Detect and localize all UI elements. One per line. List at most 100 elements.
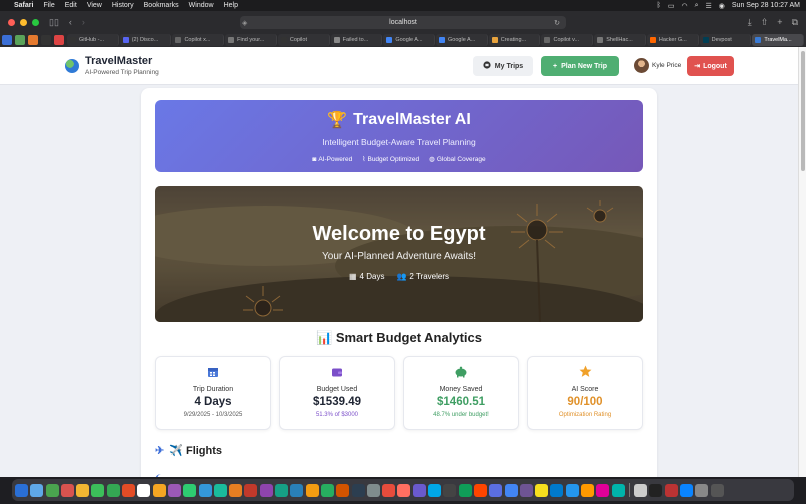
dock-app-icon[interactable] <box>382 483 396 497</box>
menu-file[interactable]: File <box>43 2 54 9</box>
dock-app-icon[interactable] <box>30 483 44 497</box>
browser-tab[interactable]: Copilot <box>277 34 330 46</box>
dock-app-icon[interactable] <box>397 483 411 497</box>
bluetooth-icon[interactable]: ᛒ <box>657 2 661 9</box>
plan-new-trip-button[interactable]: + Plan New Trip <box>541 56 619 76</box>
brand-title[interactable]: TravelMaster <box>85 55 152 67</box>
menu-help[interactable]: Help <box>224 2 238 9</box>
search-icon[interactable]: ⌕ <box>695 2 699 10</box>
globe-logo-icon[interactable] <box>65 59 79 73</box>
battery-icon[interactable]: ▭ <box>668 2 675 10</box>
menu-bookmarks[interactable]: Bookmarks <box>144 2 179 9</box>
dock-app-icon[interactable] <box>122 483 136 497</box>
dock-app-icon[interactable] <box>229 483 243 497</box>
pinned-tab[interactable] <box>41 35 51 45</box>
my-trips-button[interactable]: My Trips <box>473 56 533 76</box>
dock-app-icon[interactable] <box>580 483 594 497</box>
dock-app-icon[interactable] <box>305 483 319 497</box>
dock-app-icon[interactable] <box>366 483 380 497</box>
close-window-button[interactable] <box>8 18 15 26</box>
dock-app-icon[interactable] <box>76 483 90 497</box>
dock-app-icon[interactable] <box>473 483 487 497</box>
dock-app-icon[interactable] <box>351 483 365 497</box>
dock-app-icon[interactable] <box>519 483 533 497</box>
browser-tab[interactable]: Hacker G... <box>646 34 699 46</box>
browser-tab[interactable]: Find your... <box>225 34 277 46</box>
control-center-icon[interactable]: ☰ <box>706 2 712 10</box>
dock-app-icon[interactable] <box>183 483 197 497</box>
wifi-icon[interactable]: ◠ <box>681 2 687 10</box>
dock-app-icon[interactable] <box>504 483 518 497</box>
logout-button[interactable]: ⇥ Logout <box>687 56 734 76</box>
dock-app-icon[interactable] <box>443 483 457 497</box>
dock-app-icon[interactable] <box>91 483 105 497</box>
dock-app-icon[interactable] <box>710 483 724 497</box>
pinned-tab[interactable] <box>15 35 25 45</box>
new-tab-icon[interactable]: + <box>777 17 782 28</box>
dock-app-icon[interactable] <box>634 483 648 497</box>
zoom-window-button[interactable] <box>32 18 39 26</box>
dock-app-icon[interactable] <box>695 483 709 497</box>
share-icon[interactable]: ⇧ <box>761 17 769 28</box>
browser-tab[interactable]: Google A... <box>436 34 488 46</box>
dock-app-icon[interactable] <box>290 483 304 497</box>
siri-icon[interactable]: ◉ <box>719 2 725 10</box>
dock-app-icon[interactable] <box>106 483 120 497</box>
dock-app-icon[interactable] <box>565 483 579 497</box>
sidebar-toggle-icon[interactable]: ▯▯ <box>49 17 59 28</box>
dock-app-icon[interactable] <box>649 483 663 497</box>
menubar-clock[interactable]: Sun Sep 28 10:27 AM <box>732 2 800 9</box>
browser-tab[interactable]: Copilot v... <box>541 34 594 46</box>
dock-app-icon[interactable] <box>550 483 564 497</box>
dock-app-icon[interactable] <box>336 483 350 497</box>
browser-tab[interactable]: (2) Disco... <box>119 34 172 46</box>
tab-overview-icon[interactable]: ⧉ <box>792 17 798 28</box>
dock-app-icon[interactable] <box>15 483 28 497</box>
minimize-window-button[interactable] <box>20 18 27 26</box>
back-arrow-icon[interactable]: ‹ <box>69 17 72 27</box>
avatar[interactable] <box>634 58 649 73</box>
dock-app-icon[interactable] <box>412 483 426 497</box>
dock-app-icon[interactable] <box>428 483 442 497</box>
dock-app-icon[interactable] <box>611 483 625 497</box>
dock-app-icon[interactable] <box>320 483 334 497</box>
dock-app-icon[interactable] <box>244 483 258 497</box>
menu-app-name[interactable]: Safari <box>14 2 33 9</box>
dock-app-icon[interactable] <box>259 483 273 497</box>
browser-tab[interactable]: Failed to... <box>330 34 383 46</box>
page-scrollbar[interactable] <box>798 47 806 477</box>
reload-icon[interactable]: ↻ <box>554 19 560 27</box>
browser-tab[interactable]: TravelMa... <box>752 34 805 46</box>
browser-tab[interactable]: ShellHac... <box>594 34 646 46</box>
pinned-tab[interactable] <box>2 35 12 45</box>
menu-edit[interactable]: Edit <box>65 2 77 9</box>
dock-app-icon[interactable] <box>167 483 181 497</box>
dock-app-icon[interactable] <box>45 483 59 497</box>
dock-app-icon[interactable] <box>596 483 610 497</box>
dock-app-icon[interactable] <box>213 483 227 497</box>
dock-app-icon[interactable] <box>275 483 289 497</box>
browser-tab[interactable]: Google A... <box>383 34 436 46</box>
dock-app-icon[interactable] <box>137 483 151 497</box>
dock-app-icon[interactable] <box>489 483 503 497</box>
dock-app-icon[interactable] <box>198 483 212 497</box>
privacy-shield-icon[interactable]: ◈ <box>242 19 247 27</box>
menu-view[interactable]: View <box>87 2 102 9</box>
dock-app-icon[interactable] <box>680 483 694 497</box>
dock-app-icon[interactable] <box>152 483 166 497</box>
menu-history[interactable]: History <box>112 2 134 9</box>
download-icon[interactable]: ⤓ <box>748 17 752 28</box>
menu-window[interactable]: Window <box>189 2 214 9</box>
dock-app-icon[interactable] <box>535 483 549 497</box>
browser-tab[interactable]: Devpost <box>699 34 752 46</box>
address-bar[interactable]: ◈ localhost ↻ <box>240 16 566 29</box>
scrollbar-thumb[interactable] <box>801 51 805 171</box>
pinned-tab[interactable] <box>28 35 38 45</box>
browser-tab[interactable]: Copilot x... <box>172 34 225 46</box>
dock-app-icon[interactable] <box>458 483 472 497</box>
dock-app-icon[interactable] <box>664 483 678 497</box>
browser-tab[interactable]: GitHub -... <box>67 34 119 46</box>
forward-arrow-icon[interactable]: › <box>82 17 85 27</box>
browser-tab[interactable]: Creating... <box>488 34 541 46</box>
pinned-tab[interactable] <box>54 35 64 45</box>
